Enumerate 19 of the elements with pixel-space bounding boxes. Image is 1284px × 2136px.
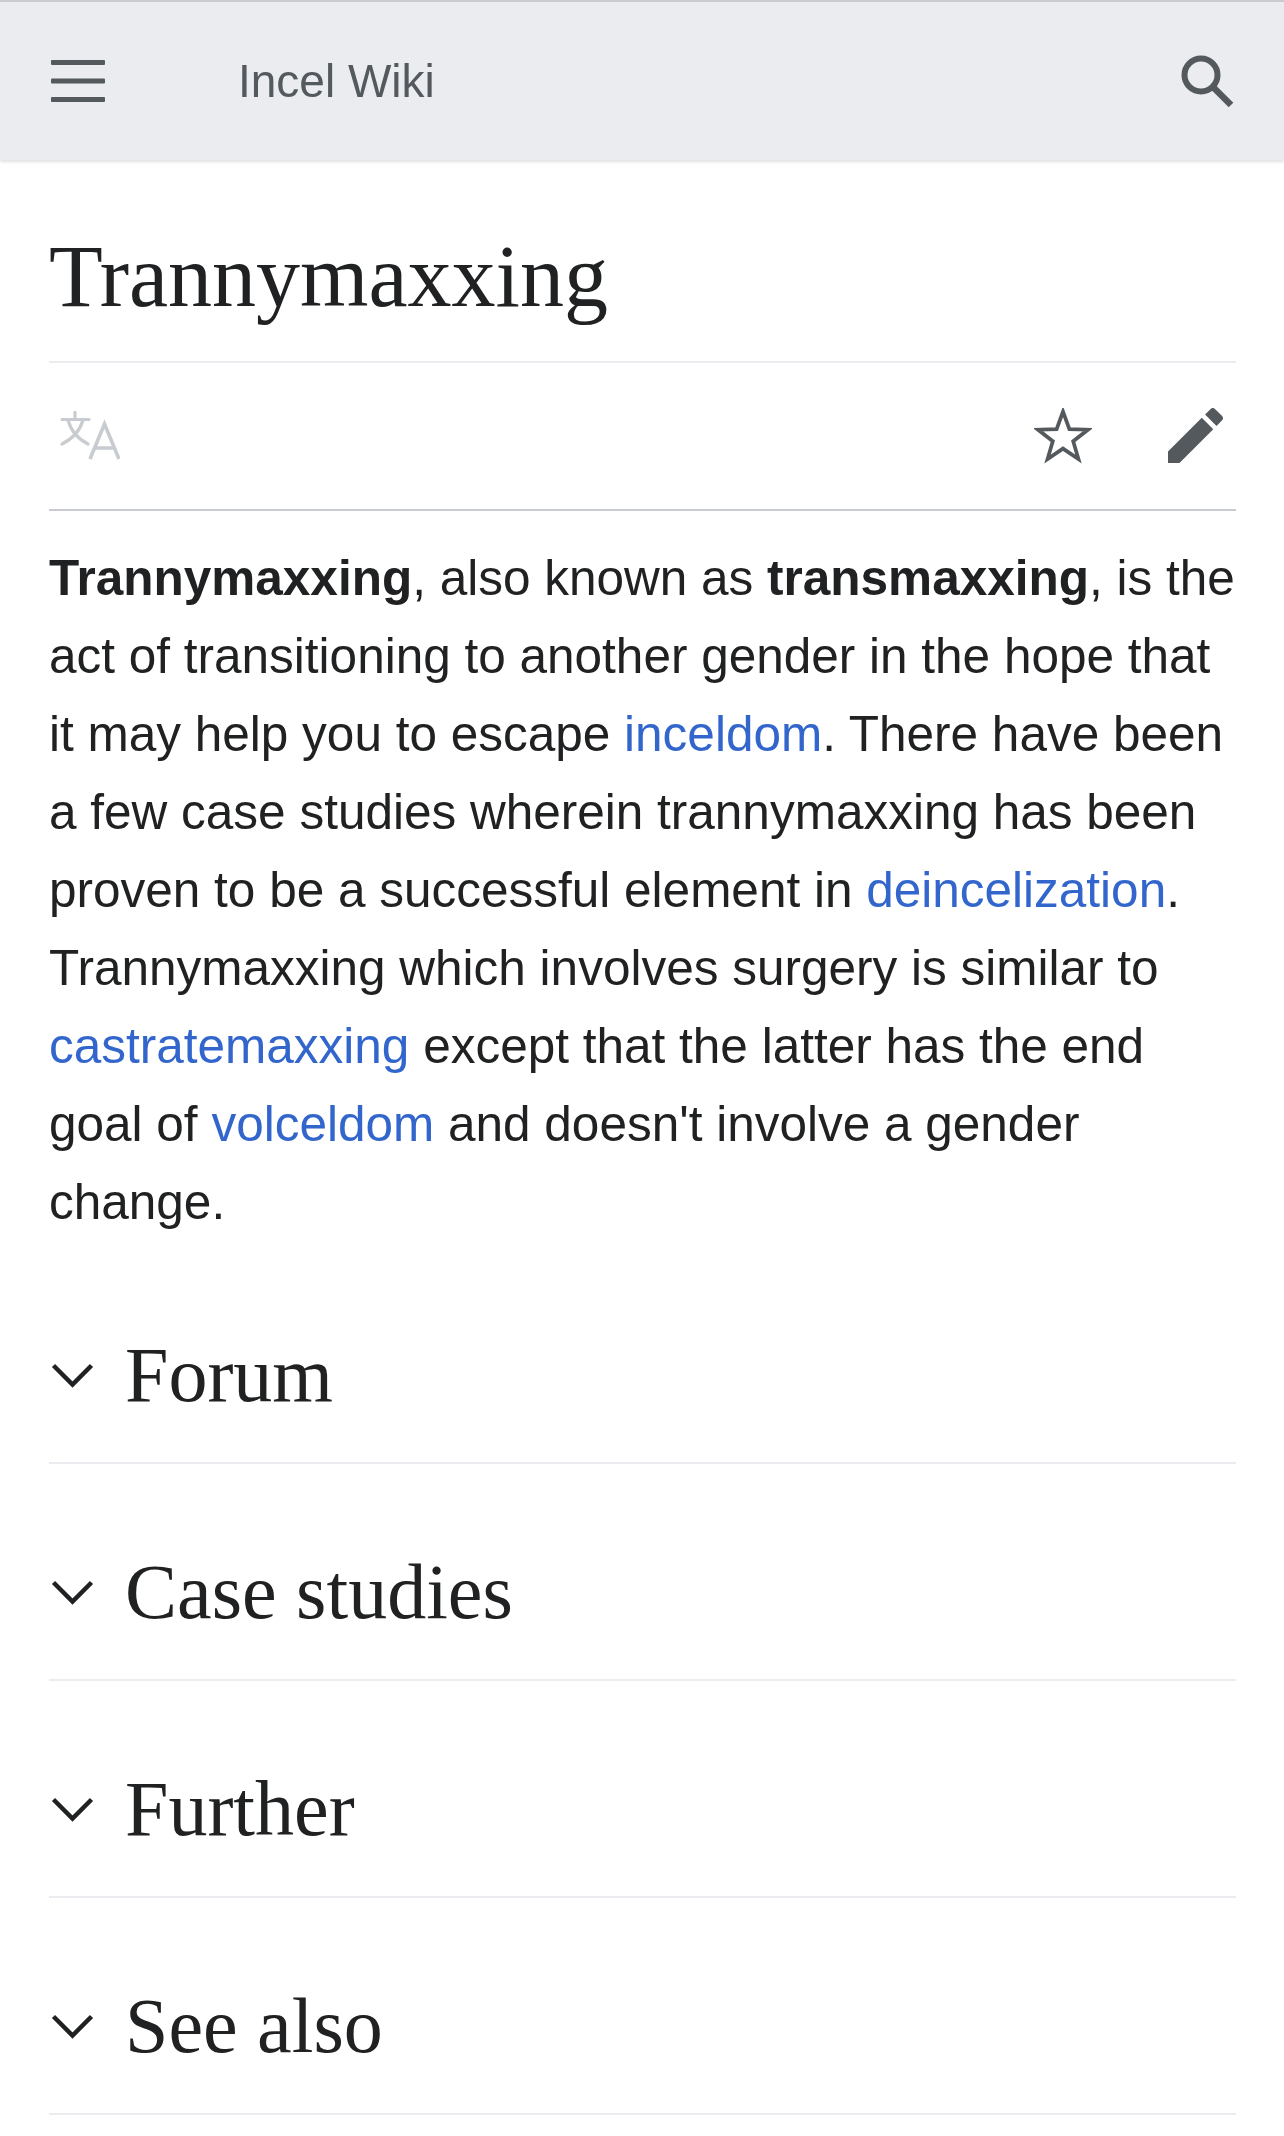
article-link[interactable]: volceldom	[211, 1095, 435, 1151]
section-heading[interactable]: Further	[125, 1764, 355, 1854]
article-link[interactable]: deincelization	[866, 861, 1167, 917]
chevron-icon[interactable]	[51, 1362, 94, 1388]
search-icon[interactable]	[1180, 54, 1234, 108]
site-title[interactable]: Incel Wiki	[238, 54, 435, 108]
pencil-icon[interactable]	[1168, 408, 1223, 464]
article-link[interactable]: castratemaxxing	[49, 1017, 410, 1073]
chevron-icon[interactable]	[51, 2013, 94, 2039]
page-title: Trannymaxxing	[49, 224, 1236, 363]
chevron-icon[interactable]	[51, 1796, 94, 1822]
chevron-icon[interactable]	[51, 1579, 94, 1605]
menu-icon[interactable]	[51, 60, 105, 102]
article-link[interactable]: inceldom	[624, 705, 823, 761]
star-icon[interactable]	[1034, 407, 1092, 464]
section-heading[interactable]: See also	[125, 1981, 383, 2071]
section-heading[interactable]: Forum	[125, 1330, 334, 1420]
article-paragraph: Trannymaxxing, also known as transmaxxing, is the act of transitioning to another gender in the hope that it may help you to escape inceldom. There have been a few case studies wherein trannymaxxing has been proven to be a successful element in deincelization. Trannymaxxing which involves surgery is similar to castratemaxxing except that the latter has the end goal of volceldom and doesn't involve a gender change.	[49, 548, 1236, 1231]
section-heading[interactable]: Case studies	[125, 1547, 513, 1637]
